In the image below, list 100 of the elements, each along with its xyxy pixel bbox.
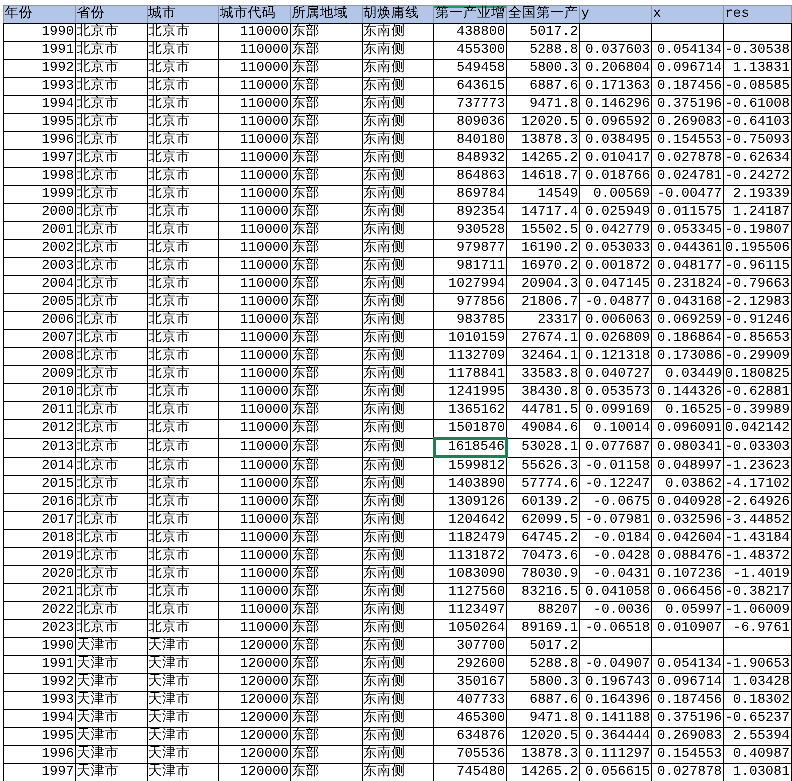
table-cell[interactable]: 2015 — [4, 476, 76, 494]
table-cell[interactable]: 0.375196 — [652, 96, 724, 114]
table-cell[interactable]: 16970.2 — [506, 258, 580, 276]
table-cell[interactable]: 0.088476 — [652, 548, 724, 566]
table-cell[interactable]: -1.48372 — [724, 548, 792, 566]
table-cell[interactable]: 0.054134 — [652, 42, 724, 60]
table-cell[interactable]: 北京市 — [147, 348, 219, 366]
table-cell[interactable]: 2020 — [4, 566, 76, 584]
table-cell[interactable]: 北京市 — [76, 240, 148, 258]
table-cell[interactable]: 北京市 — [76, 150, 148, 168]
table-cell[interactable]: 0.096714 — [652, 674, 724, 692]
column-header[interactable]: 胡焕庸线 — [362, 6, 434, 24]
table-cell[interactable]: 110000 — [218, 276, 290, 294]
table-cell[interactable]: 东南侧 — [362, 132, 434, 150]
table-cell[interactable]: 110000 — [218, 312, 290, 330]
table-cell[interactable]: 0.164396 — [580, 692, 652, 710]
table-cell[interactable]: 北京市 — [76, 402, 148, 420]
table-cell[interactable]: 5017.2 — [506, 24, 580, 42]
table-cell[interactable]: 1991 — [4, 42, 76, 60]
table-cell[interactable]: 东南侧 — [362, 602, 434, 620]
table-cell[interactable]: 东南侧 — [362, 530, 434, 548]
table-cell[interactable]: 东部 — [290, 276, 362, 294]
table-cell[interactable]: 110000 — [218, 186, 290, 204]
table-cell[interactable]: 13878.3 — [506, 746, 580, 764]
table-cell[interactable]: 0.269083 — [652, 114, 724, 132]
table-cell[interactable]: 北京市 — [76, 457, 148, 476]
table-cell[interactable]: 0.364444 — [580, 728, 652, 746]
table-cell[interactable]: 北京市 — [147, 186, 219, 204]
table-cell[interactable]: 840180 — [434, 132, 507, 150]
table-cell[interactable]: 1996 — [4, 132, 76, 150]
table-cell[interactable]: -3.44852 — [724, 512, 792, 530]
table-cell[interactable]: 0.00569 — [580, 186, 652, 204]
table-cell[interactable]: 5800.3 — [506, 60, 580, 78]
table-cell[interactable]: 2010 — [4, 384, 76, 402]
table-cell[interactable]: 110000 — [218, 348, 290, 366]
table-cell[interactable]: 1991 — [4, 656, 76, 674]
table-cell[interactable]: 983785 — [434, 312, 507, 330]
table-cell[interactable]: 110000 — [218, 620, 290, 638]
table-cell[interactable]: 110000 — [218, 42, 290, 60]
table-cell[interactable]: 0.187456 — [652, 692, 724, 710]
table-cell[interactable]: 北京市 — [147, 150, 219, 168]
table-cell[interactable]: 0.096091 — [652, 420, 724, 438]
table-cell[interactable]: 北京市 — [147, 294, 219, 312]
table-cell[interactable]: 110000 — [218, 530, 290, 548]
table-cell[interactable]: 110000 — [218, 60, 290, 78]
table-cell[interactable]: 9471.8 — [506, 710, 580, 728]
table-cell[interactable]: 北京市 — [76, 512, 148, 530]
table-cell[interactable]: 1127560 — [434, 584, 507, 602]
table-cell[interactable]: -6.9761 — [724, 620, 792, 638]
table-cell[interactable]: 0.141188 — [580, 710, 652, 728]
table-cell[interactable]: 83216.5 — [506, 584, 580, 602]
table-cell[interactable]: 0.038495 — [580, 132, 652, 150]
table-cell[interactable]: 2019 — [4, 548, 76, 566]
table-cell[interactable]: 0.186864 — [652, 330, 724, 348]
table-cell[interactable]: -0.07981 — [580, 512, 652, 530]
table-cell[interactable]: 0.375196 — [652, 710, 724, 728]
table-cell[interactable]: 北京市 — [147, 530, 219, 548]
table-cell[interactable]: 北京市 — [76, 168, 148, 186]
table-cell[interactable]: 0.027878 — [652, 150, 724, 168]
table-cell[interactable]: -0.0675 — [580, 494, 652, 512]
table-cell[interactable]: 北京市 — [76, 438, 148, 457]
table-cell[interactable]: 0.146296 — [580, 96, 652, 114]
table-cell[interactable]: 292600 — [434, 656, 507, 674]
table-cell[interactable]: 0.040928 — [652, 494, 724, 512]
table-cell[interactable]: 北京市 — [76, 258, 148, 276]
table-cell[interactable]: 1309126 — [434, 494, 507, 512]
table-cell[interactable]: 1996 — [4, 746, 76, 764]
table-cell[interactable]: -0.0431 — [580, 566, 652, 584]
table-cell[interactable]: 110000 — [218, 330, 290, 348]
table-cell[interactable]: 北京市 — [147, 312, 219, 330]
table-cell[interactable]: 864863 — [434, 168, 507, 186]
table-cell[interactable]: 东南侧 — [362, 512, 434, 530]
table-cell[interactable]: 2007 — [4, 330, 76, 348]
table-cell[interactable]: 0.044361 — [652, 240, 724, 258]
table-cell[interactable]: 北京市 — [76, 384, 148, 402]
table-cell[interactable]: 北京市 — [147, 42, 219, 60]
table-cell[interactable]: 东部 — [290, 204, 362, 222]
table-cell[interactable]: 2002 — [4, 240, 76, 258]
table-cell[interactable]: 110000 — [218, 402, 290, 420]
table-cell[interactable]: 2001 — [4, 222, 76, 240]
table-cell[interactable]: 东南侧 — [362, 764, 434, 781]
table-cell[interactable]: 1.13831 — [724, 60, 792, 78]
table-cell[interactable]: 1.24187 — [724, 204, 792, 222]
table-cell[interactable]: 0.010417 — [580, 150, 652, 168]
table-cell[interactable]: 北京市 — [76, 584, 148, 602]
table-cell[interactable]: 0.269083 — [652, 728, 724, 746]
table-cell[interactable]: 东部 — [290, 330, 362, 348]
table-cell[interactable]: 0.048177 — [652, 258, 724, 276]
table-cell[interactable]: 0.042779 — [580, 222, 652, 240]
table-cell[interactable]: 2004 — [4, 276, 76, 294]
table-cell[interactable]: -0.03303 — [724, 438, 792, 457]
table-cell[interactable]: 东部 — [290, 312, 362, 330]
table-cell[interactable]: 78030.9 — [506, 566, 580, 584]
table-cell[interactable]: -0.38217 — [724, 584, 792, 602]
table-cell[interactable]: 天津市 — [76, 638, 148, 656]
table-cell[interactable]: 东南侧 — [362, 638, 434, 656]
table-cell[interactable]: 848932 — [434, 150, 507, 168]
table-cell[interactable]: 0.231824 — [652, 276, 724, 294]
table-cell[interactable]: -0.04877 — [580, 294, 652, 312]
table-cell[interactable]: 1050264 — [434, 620, 507, 638]
